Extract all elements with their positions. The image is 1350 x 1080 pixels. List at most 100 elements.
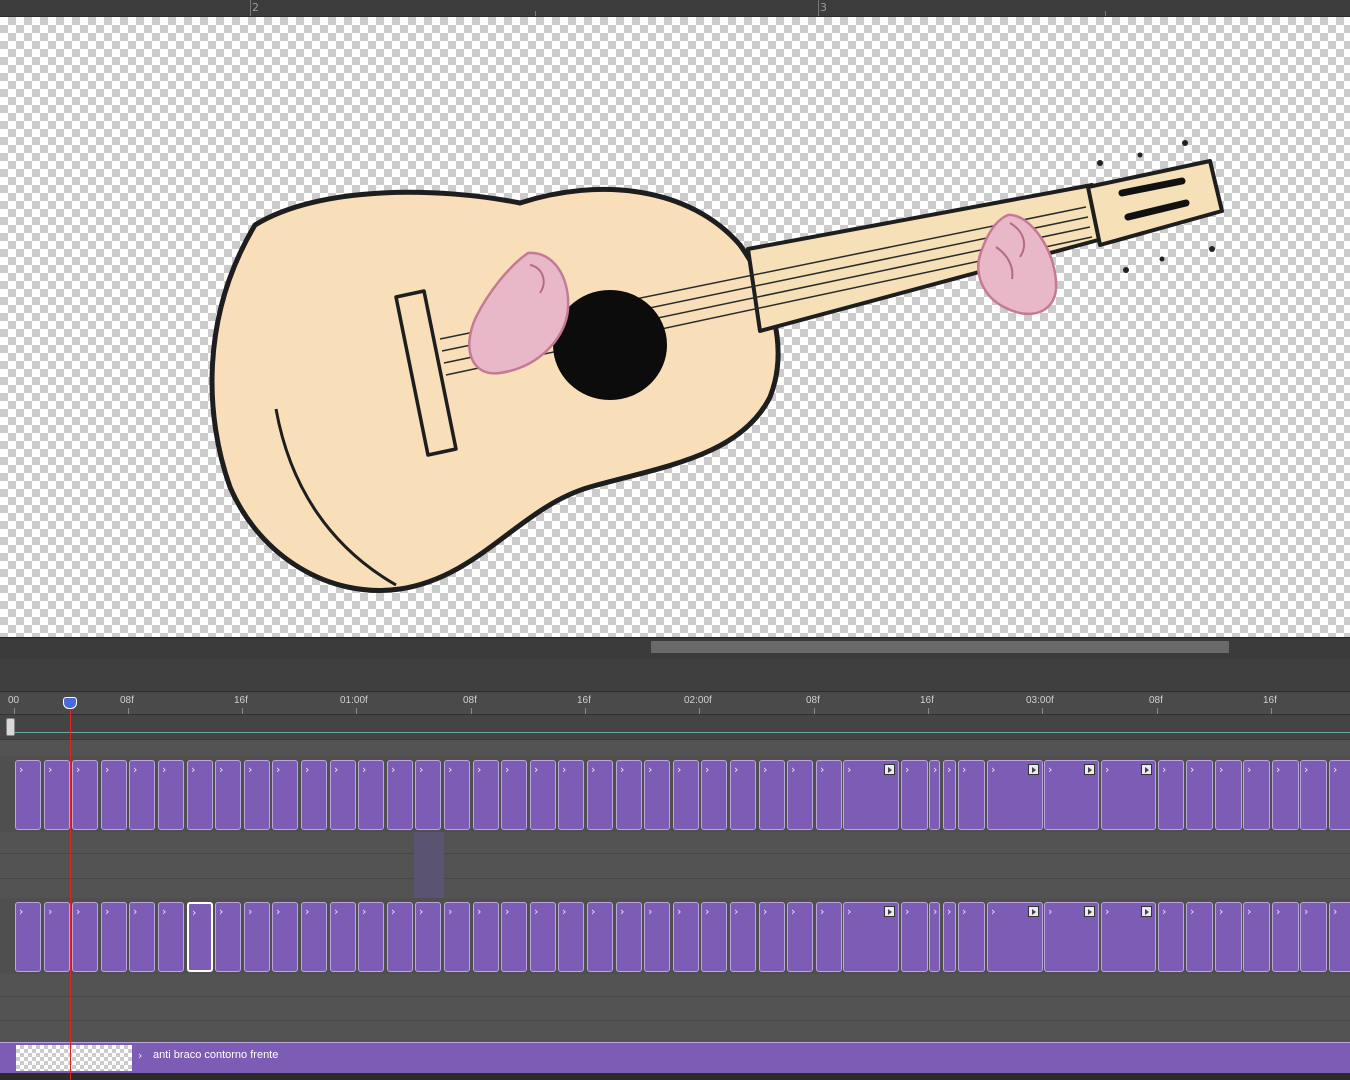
chevron-right-icon[interactable]: › [105, 764, 109, 775]
frame-clip[interactable]: › [1186, 902, 1213, 972]
chevron-right-icon[interactable]: › [334, 906, 338, 917]
frame-clip[interactable]: › [644, 760, 670, 830]
chevron-right-icon[interactable]: › [591, 906, 595, 917]
frame-clip[interactable]: › [958, 902, 985, 972]
chevron-right-icon[interactable]: › [905, 764, 909, 775]
chevron-right-icon[interactable]: › [1304, 764, 1308, 775]
frame-clip[interactable]: › [358, 902, 384, 972]
frame-clip[interactable]: › [1272, 760, 1299, 830]
frame-clip[interactable]: › [1044, 760, 1099, 830]
frame-clip[interactable]: › [415, 902, 441, 972]
frame-clip[interactable]: › [358, 760, 384, 830]
frame-clip[interactable]: › [129, 902, 155, 972]
frame-clip[interactable]: › [44, 902, 70, 972]
frame-clip[interactable]: › [1186, 760, 1213, 830]
chevron-right-icon[interactable]: › [591, 764, 595, 775]
frame-clip[interactable]: › [730, 902, 756, 972]
frame-clip[interactable]: › [1272, 902, 1299, 972]
frame-clip[interactable]: › [1215, 760, 1242, 830]
frame-clip[interactable]: › [1158, 760, 1184, 830]
chevron-right-icon[interactable]: › [562, 906, 566, 917]
chevron-right-icon[interactable]: › [705, 906, 709, 917]
frame-clip[interactable]: › [1101, 760, 1156, 830]
frame-clip[interactable]: › [843, 760, 899, 830]
frame-clip[interactable]: › [444, 760, 470, 830]
frame-clip[interactable]: › [244, 760, 270, 830]
layer-bar[interactable]: › anti braco contorno frente [0, 1042, 1350, 1073]
frame-clip[interactable]: › [987, 760, 1043, 830]
frame-clip[interactable]: › [616, 760, 642, 830]
scrollbar-thumb[interactable] [651, 641, 1229, 653]
chevron-right-icon[interactable]: › [962, 764, 966, 775]
chevron-right-icon[interactable]: › [1333, 906, 1337, 917]
frame-clip[interactable]: › [558, 902, 584, 972]
frame-clip[interactable]: › [587, 902, 613, 972]
chevron-right-icon[interactable]: › [734, 764, 738, 775]
chevron-right-icon[interactable]: › [734, 906, 738, 917]
chevron-right-icon[interactable]: › [705, 764, 709, 775]
chevron-right-icon[interactable]: › [847, 906, 851, 917]
frame-clip[interactable]: › [673, 902, 699, 972]
frame-clip[interactable]: › [101, 760, 127, 830]
frame-clip[interactable]: › [44, 760, 70, 830]
frame-clip[interactable]: › [787, 902, 813, 972]
frame-clip[interactable]: › [1215, 902, 1242, 972]
chevron-right-icon[interactable]: › [991, 764, 995, 775]
chevron-right-icon[interactable]: › [791, 906, 795, 917]
frame-clip[interactable]: › [72, 902, 98, 972]
playhead-icon[interactable] [63, 697, 77, 709]
frame-clip[interactable]: › [787, 760, 813, 830]
frame-clip[interactable]: › [129, 760, 155, 830]
frame-clip[interactable]: › [187, 902, 213, 972]
frame-clip[interactable]: › [1243, 760, 1270, 830]
frame-clip[interactable]: › [15, 902, 41, 972]
frame-clip[interactable]: › [15, 760, 41, 830]
chevron-right-icon[interactable]: › [477, 906, 481, 917]
play-marker-icon[interactable] [1141, 764, 1152, 775]
chevron-right-icon[interactable]: › [677, 764, 681, 775]
chevron-right-icon[interactable]: › [933, 764, 937, 775]
chevron-right-icon[interactable]: › [648, 764, 652, 775]
frame-clip[interactable]: › [958, 760, 985, 830]
frame-clip[interactable]: › [444, 902, 470, 972]
chevron-right-icon[interactable]: › [763, 906, 767, 917]
frame-clip[interactable]: › [501, 760, 527, 830]
chevron-right-icon[interactable]: › [677, 906, 681, 917]
play-marker-icon[interactable] [1028, 764, 1039, 775]
frame-clip[interactable]: › [987, 902, 1043, 972]
chevron-right-icon[interactable]: › [534, 764, 538, 775]
frame-clip[interactable]: › [1300, 902, 1327, 972]
chevron-right-icon[interactable]: › [162, 906, 166, 917]
frame-clip[interactable]: › [759, 902, 785, 972]
frame-clip[interactable]: › [301, 760, 327, 830]
frame-clip[interactable]: › [943, 760, 956, 830]
frame-clip[interactable]: › [901, 760, 928, 830]
frame-clip[interactable]: › [301, 902, 327, 972]
frame-clip[interactable]: › [1158, 902, 1184, 972]
frame-clip[interactable]: › [644, 902, 670, 972]
frame-clip[interactable]: › [187, 760, 213, 830]
chevron-right-icon[interactable]: › [1162, 906, 1166, 917]
chevron-right-icon[interactable]: › [820, 764, 824, 775]
chevron-right-icon[interactable]: › [1190, 764, 1194, 775]
play-marker-icon[interactable] [1028, 906, 1039, 917]
frame-clip[interactable]: › [701, 760, 727, 830]
chevron-right-icon[interactable]: › [763, 764, 767, 775]
chevron-right-icon[interactable]: › [477, 764, 481, 775]
frame-clip[interactable]: › [673, 760, 699, 830]
frame-clip[interactable]: › [330, 902, 356, 972]
chevron-right-icon[interactable]: › [448, 906, 452, 917]
chevron-right-icon[interactable]: › [362, 764, 366, 775]
chevron-right-icon[interactable]: › [620, 906, 624, 917]
frame-clip[interactable]: › [215, 902, 241, 972]
chevron-right-icon[interactable]: › [192, 907, 196, 918]
chevron-right-icon[interactable]: › [334, 764, 338, 775]
frame-clip[interactable]: › [387, 760, 413, 830]
chevron-right-icon[interactable]: › [133, 906, 137, 917]
chevron-right-icon[interactable]: › [138, 1049, 142, 1062]
chevron-right-icon[interactable]: › [219, 906, 223, 917]
work-area-bar[interactable] [0, 715, 1350, 739]
play-marker-icon[interactable] [884, 906, 895, 917]
frame-clip[interactable]: › [101, 902, 127, 972]
chevron-right-icon[interactable]: › [1304, 906, 1308, 917]
